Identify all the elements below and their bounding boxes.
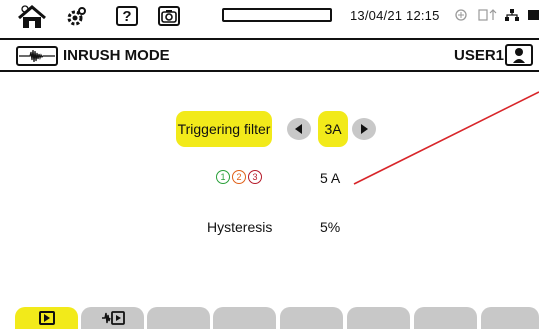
tab-empty-6[interactable] xyxy=(347,307,410,329)
user-icon[interactable] xyxy=(505,44,533,66)
tab-empty-5[interactable] xyxy=(280,307,343,329)
title-bar: INRUSH MODE USER1 xyxy=(0,38,539,72)
user-label: USER1 xyxy=(454,47,505,64)
tab-empty-4[interactable] xyxy=(213,307,276,329)
phase-2-indicator: 2 xyxy=(232,170,246,184)
triggering-filter-label[interactable]: Triggering filter xyxy=(176,111,272,147)
inrush-play-icon xyxy=(101,311,125,325)
tab-play[interactable] xyxy=(15,307,78,329)
arrow-left-icon xyxy=(295,124,302,134)
gear-icon[interactable] xyxy=(64,5,88,29)
triggering-filter-value-text: 3A xyxy=(324,121,342,137)
help-label: ? xyxy=(122,7,132,25)
help-button[interactable]: ? xyxy=(116,6,138,26)
camera-icon[interactable] xyxy=(158,6,180,26)
filter-decrement-button[interactable] xyxy=(287,118,311,140)
play-icon xyxy=(38,311,55,325)
tab-empty-3[interactable] xyxy=(147,307,210,329)
tab-empty-7[interactable] xyxy=(414,307,477,329)
home-icon[interactable] xyxy=(14,5,50,29)
hysteresis-label: Hysteresis xyxy=(207,219,273,235)
lan-icon xyxy=(505,9,519,24)
phase-indicators: 1 2 3 xyxy=(216,170,262,184)
inrush-waveform-icon xyxy=(16,46,58,66)
phase-3-indicator: 3 xyxy=(248,170,262,184)
triggering-filter-value[interactable]: 3A xyxy=(318,111,348,147)
hysteresis-value[interactable]: 5% xyxy=(320,219,340,235)
battery-icon xyxy=(222,8,332,22)
phase-1-indicator: 1 xyxy=(216,170,230,184)
current-threshold-value[interactable]: 5 A xyxy=(320,170,340,186)
bottom-tab-bar xyxy=(0,307,539,329)
datetime: 13/04/21 12:15 xyxy=(350,8,440,23)
page-title: INRUSH MODE xyxy=(63,47,170,64)
tab-inrush-play[interactable] xyxy=(81,307,144,329)
network-icon xyxy=(455,9,467,24)
usb-icon xyxy=(478,9,500,24)
triggering-filter-text: Triggering filter xyxy=(177,121,271,137)
pointer-line xyxy=(353,91,539,185)
memory-icon xyxy=(528,10,539,20)
tab-empty-8[interactable] xyxy=(481,307,539,329)
status-bar: ? 13/04/21 12:15 xyxy=(0,0,539,34)
